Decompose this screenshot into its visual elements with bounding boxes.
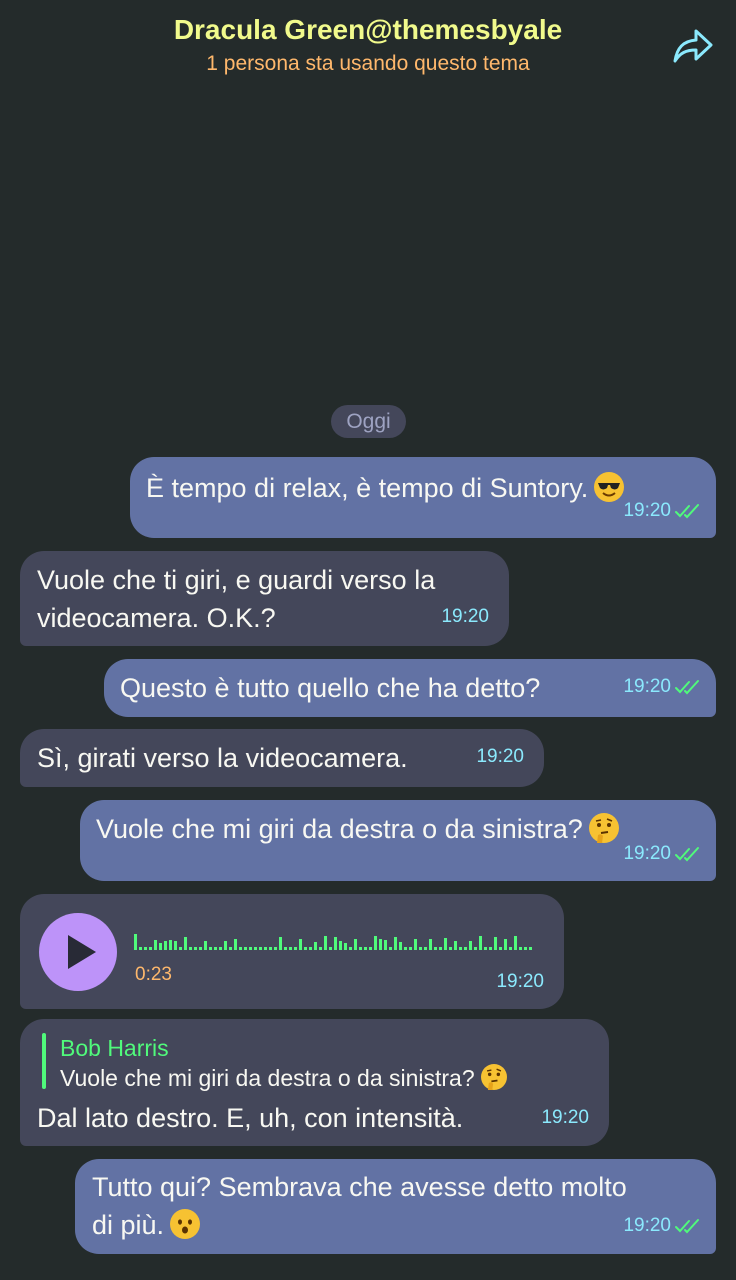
message-text-line-2: videocamera. O.K.? [37, 603, 276, 633]
message-bubble-outgoing[interactable]: Questo è tutto quello che ha detto? 19:2… [104, 659, 716, 717]
message-text: Sì, girati verso la videocamera. [37, 743, 408, 773]
message-bubble-incoming-reply[interactable]: Bob Harris Vuole che mi giri da destra o… [20, 1019, 609, 1146]
thinking-face-emoji [480, 1064, 507, 1090]
play-button[interactable] [39, 913, 117, 991]
message-time: 19:20 [441, 606, 489, 627]
message-text: È tempo di relax, è tempo di Suntory. [146, 473, 589, 503]
message-bubble-outgoing[interactable]: Vuole che mi giri da destra o da sinistr… [80, 800, 716, 881]
smiling-face-with-sunglasses-emoji [594, 472, 625, 502]
message-time: 19:20 [623, 843, 671, 864]
message-time: 19:20 [541, 1107, 589, 1128]
double-check-read-icon [675, 847, 699, 862]
theme-usage-count: 1 persona sta usando questo tema [206, 52, 530, 75]
message-time: 19:20 [623, 676, 671, 697]
thinking-face-emoji [588, 813, 619, 843]
message-bubble-outgoing[interactable]: È tempo di relax, è tempo di Suntory. 19… [130, 457, 716, 538]
message-text-line-2: di più. [92, 1210, 165, 1240]
date-separator: Oggi [331, 405, 406, 438]
share-forward-icon[interactable] [672, 26, 714, 66]
reply-author[interactable]: Bob Harris [60, 1029, 169, 1067]
message-text: Questo è tutto quello che ha detto? [120, 673, 541, 703]
reply-quoted-text-content: Vuole che mi giri da destra o da sinistr… [60, 1065, 475, 1091]
theme-title[interactable]: Dracula Green@themesbyale [0, 14, 736, 46]
double-check-read-icon [675, 680, 699, 695]
message-bubble-incoming[interactable]: Vuole che ti giri, e guardi verso la vid… [20, 551, 509, 646]
message-text: Dal lato destro. E, uh, con intensità. [37, 1103, 464, 1133]
message-text: Vuole che mi giri da destra o da sinistr… [96, 814, 583, 844]
message-bubble-outgoing[interactable]: Tutto qui? Sembrava che avesse detto mol… [75, 1159, 716, 1254]
message-text-line-1: Tutto qui? Sembrava che avesse detto mol… [92, 1172, 627, 1202]
voice-waveform[interactable] [134, 928, 536, 950]
message-time: 19:20 [476, 746, 524, 767]
message-time: 19:20 [623, 1215, 671, 1236]
double-check-read-icon [675, 504, 699, 519]
chat-header: Dracula Green@themesbyale 1 persona sta … [0, 0, 736, 90]
reply-indicator-bar [42, 1033, 46, 1089]
message-time: 19:20 [623, 500, 671, 521]
message-text-line-1: Vuole che ti giri, e guardi verso la [37, 565, 436, 595]
message-time: 19:20 [496, 971, 544, 992]
voice-duration: 0:23 [135, 964, 172, 985]
reply-quoted-text: Vuole che mi giri da destra o da sinistr… [60, 1063, 507, 1093]
message-bubble-incoming[interactable]: Sì, girati verso la videocamera. 19:20 [20, 729, 544, 787]
double-check-read-icon [675, 1219, 699, 1234]
hushed-face-emoji [170, 1209, 201, 1239]
voice-message-bubble[interactable]: 0:23 19:20 [20, 894, 564, 1009]
